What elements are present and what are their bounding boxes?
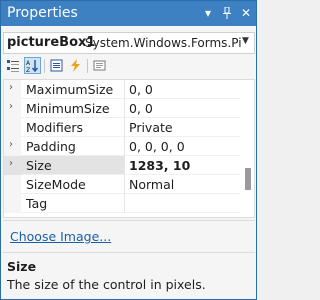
object-name: pictureBox1: [7, 35, 96, 50]
description-title: Size: [7, 259, 37, 274]
toolbar-separator: [87, 59, 88, 73]
pin-icon[interactable]: [219, 4, 235, 22]
properties-window: Properties ▾ ✕ pictureBox1 System.Window…: [0, 0, 257, 300]
property-value[interactable]: Private: [129, 120, 173, 135]
property-name: Padding: [26, 139, 76, 154]
property-row-padding[interactable]: › Padding 0, 0, 0, 0: [4, 137, 240, 156]
property-row-size[interactable]: › Size 1283, 10: [4, 156, 240, 175]
property-pages-icon[interactable]: [91, 57, 108, 74]
window-title: Properties: [7, 5, 78, 21]
column-divider[interactable]: [124, 156, 125, 175]
property-grid[interactable]: › MaximumSize 0, 0 › MinimumSize 0, 0 Mo…: [3, 79, 255, 218]
property-value[interactable]: Normal: [129, 177, 174, 192]
object-type: System.Windows.Forms.Pictu: [85, 36, 241, 50]
properties-toolbar: AZ: [3, 57, 255, 76]
svg-text:Z: Z: [26, 67, 30, 72]
property-row-tag[interactable]: Tag: [4, 194, 240, 213]
commands-pane: Choose Image...: [3, 220, 255, 253]
window-position-dropdown-icon[interactable]: ▾: [200, 4, 216, 22]
property-value[interactable]: 0, 0, 0, 0: [129, 139, 185, 154]
vertical-scrollbar[interactable]: [242, 80, 254, 217]
property-name: Tag: [26, 196, 48, 211]
property-row-maximumsize[interactable]: › MaximumSize 0, 0: [4, 80, 240, 99]
expand-chevron-icon[interactable]: ›: [9, 158, 13, 169]
column-divider[interactable]: [124, 194, 125, 213]
title-bar[interactable]: Properties ▾ ✕: [1, 1, 256, 26]
property-value[interactable]: 0, 0: [129, 82, 153, 97]
property-row-sizemode[interactable]: SizeMode Normal: [4, 175, 240, 194]
property-name: SizeMode: [26, 177, 86, 192]
description-pane: Size The size of the control in pixels.: [3, 256, 255, 299]
object-selector-dropdown[interactable]: pictureBox1 System.Windows.Forms.Pictu ▼: [3, 32, 255, 54]
property-name: Modifiers: [26, 120, 84, 135]
description-text: The size of the control in pixels.: [7, 277, 206, 292]
column-divider[interactable]: [124, 99, 125, 118]
svg-text:A: A: [26, 60, 31, 67]
property-value[interactable]: 1283, 10: [129, 158, 190, 173]
property-value[interactable]: 0, 0: [129, 101, 153, 116]
property-name: MinimumSize: [26, 101, 110, 116]
chevron-down-icon[interactable]: ▼: [242, 36, 252, 46]
alphabetical-icon[interactable]: AZ: [24, 57, 41, 74]
column-divider[interactable]: [124, 80, 125, 99]
column-divider[interactable]: [124, 175, 125, 194]
property-row-modifiers[interactable]: Modifiers Private: [4, 118, 240, 137]
categorized-icon[interactable]: [5, 57, 22, 74]
toolbar-separator: [44, 59, 45, 73]
row-gutter: [4, 175, 21, 194]
property-row-minimumsize[interactable]: › MinimumSize 0, 0: [4, 99, 240, 118]
property-name: MaximumSize: [26, 82, 114, 97]
expand-chevron-icon[interactable]: ›: [9, 139, 13, 150]
expand-chevron-icon[interactable]: ›: [9, 82, 13, 93]
row-gutter: [4, 118, 21, 137]
property-name: Size: [21, 156, 124, 174]
column-divider[interactable]: [124, 137, 125, 156]
row-gutter: [4, 194, 21, 213]
scrollbar-thumb[interactable]: [245, 168, 251, 190]
events-icon[interactable]: [67, 57, 84, 74]
choose-image-link[interactable]: Choose Image...: [10, 229, 111, 244]
expand-chevron-icon[interactable]: ›: [9, 101, 13, 112]
properties-icon[interactable]: [48, 57, 65, 74]
close-icon[interactable]: ✕: [238, 4, 254, 22]
column-divider[interactable]: [124, 118, 125, 137]
